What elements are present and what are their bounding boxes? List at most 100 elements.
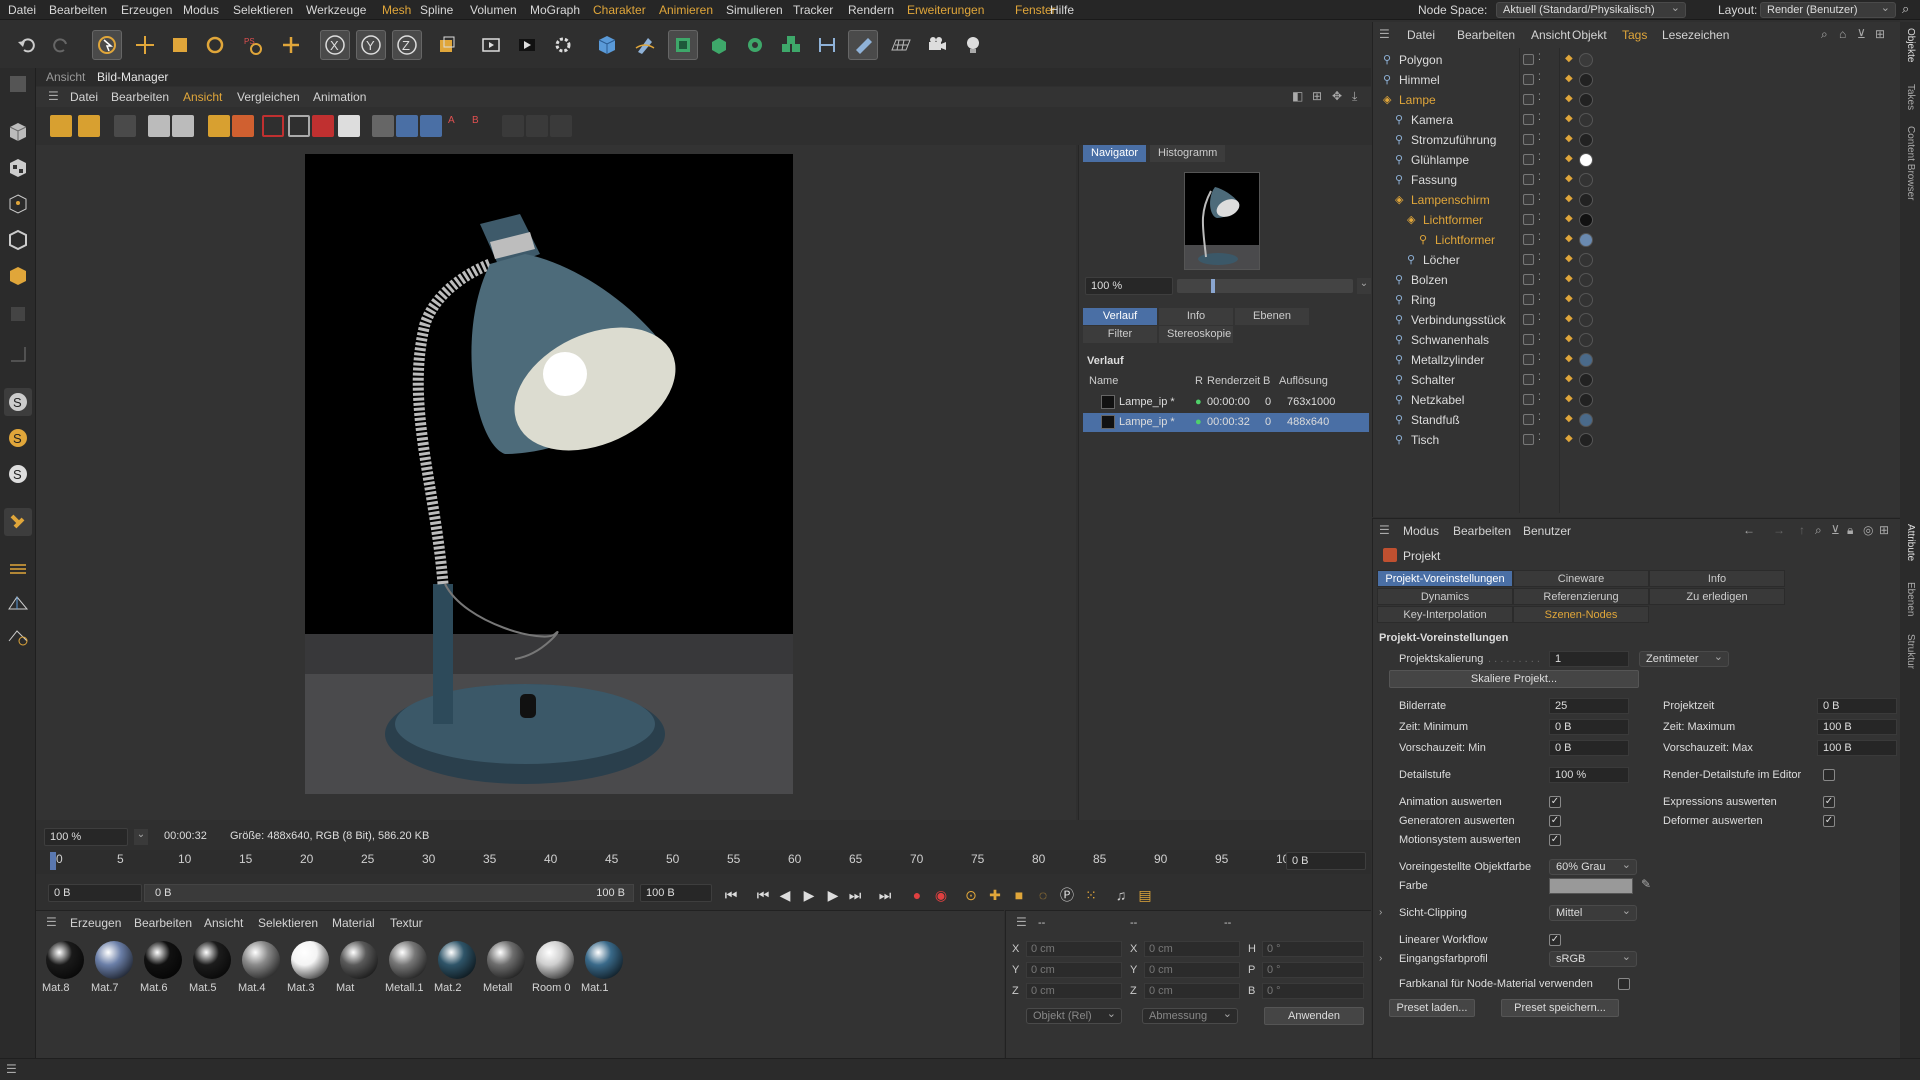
render-dot-icon[interactable]: ⁚ <box>1538 112 1541 123</box>
tab-info[interactable]: Info <box>1159 308 1233 325</box>
bm-menu-vergleichen[interactable]: Vergleichen <box>237 90 300 104</box>
tab-verlauf[interactable]: Verlauf <box>1083 308 1157 325</box>
material-swatch[interactable]: Mat.8 <box>42 939 87 997</box>
tab-key-interpolation[interactable]: Key-Interpolation <box>1377 606 1513 623</box>
autokey-icon[interactable]: ◉ <box>930 884 952 906</box>
side-tab-attribute[interactable]: Attribute <box>1905 524 1916 561</box>
arrow-up-icon[interactable]: ↑ <box>1799 523 1805 537</box>
playhead[interactable] <box>50 852 56 870</box>
mograph-icon[interactable] <box>776 30 806 60</box>
move-icon[interactable] <box>130 30 160 60</box>
goto-start-icon[interactable]: ⏮ <box>720 884 742 906</box>
apply-button[interactable]: Anwenden <box>1264 1007 1364 1025</box>
visibility-toggle[interactable] <box>1523 254 1534 265</box>
layout-dropdown[interactable]: Render (Benutzer) <box>1760 2 1896 18</box>
compare-icon[interactable] <box>372 115 394 137</box>
menu-bearbeiten[interactable]: Bearbeiten <box>49 3 107 17</box>
material-tag-icon[interactable] <box>1579 353 1593 367</box>
preset-laden-button[interactable]: Preset laden... <box>1389 999 1475 1017</box>
phong-tag-icon[interactable]: ◆ <box>1565 113 1573 124</box>
phong-tag-icon[interactable]: ◆ <box>1565 73 1573 84</box>
material-swatch[interactable]: Metall.1 <box>385 939 430 997</box>
farbkanal-checkbox[interactable] <box>1618 978 1630 990</box>
coord-size-field[interactable]: 0 cm <box>1144 941 1240 957</box>
render-settings-icon[interactable] <box>548 30 578 60</box>
phong-tag-icon[interactable]: ◆ <box>1565 393 1573 404</box>
visibility-toggle[interactable] <box>1523 374 1534 385</box>
material-tag-icon[interactable] <box>1579 373 1593 387</box>
light-icon[interactable] <box>958 30 988 60</box>
menu-werkzeuge[interactable]: Werkzeuge <box>306 3 366 17</box>
phong-tag-icon[interactable]: ◆ <box>1565 193 1573 204</box>
tab-referenzierung[interactable]: Referenzierung <box>1513 588 1649 605</box>
menu-volumen[interactable]: Volumen <box>470 3 517 17</box>
material-tag-icon[interactable] <box>1579 173 1593 187</box>
visibility-toggle[interactable] <box>1523 114 1534 125</box>
side-tab-takes[interactable]: Takes <box>1905 84 1916 110</box>
y-axis-icon[interactable]: Y <box>356 30 386 60</box>
menu-charakter[interactable]: Charakter <box>593 3 646 17</box>
eyedropper-icon[interactable]: ✎ <box>1641 877 1651 891</box>
tab-histogramm[interactable]: Histogramm <box>1150 145 1226 162</box>
search-icon[interactable]: ⌕ <box>1902 1 1909 17</box>
render-dot-icon[interactable]: ⁚ <box>1538 292 1541 303</box>
render-dot-icon[interactable]: ⁚ <box>1538 52 1541 63</box>
texture-mode-icon[interactable] <box>4 154 32 182</box>
next-key-icon[interactable]: ⏭ <box>844 884 866 906</box>
phong-tag-icon[interactable]: ◆ <box>1565 353 1573 364</box>
menu-tracker[interactable]: Tracker <box>793 3 833 17</box>
render-dot-icon[interactable]: ⁚ <box>1538 412 1541 423</box>
field-icon[interactable] <box>848 30 878 60</box>
rotate-icon[interactable] <box>200 30 230 60</box>
play-icon[interactable]: ▶ <box>798 884 820 906</box>
home-icon[interactable]: ⌂ <box>1839 27 1846 41</box>
redo-icon[interactable] <box>46 30 76 60</box>
sicht-clipping-dropdown[interactable]: Mittel <box>1549 905 1637 921</box>
mat-menu-bearbeiten[interactable]: Bearbeiten <box>134 916 192 930</box>
side-tab-content-browser[interactable]: Content Browser <box>1905 126 1916 200</box>
material-tag-icon[interactable] <box>1579 333 1593 347</box>
vorschauzeit-max-field[interactable]: 100 B <box>1817 740 1897 756</box>
coord-size-field[interactable]: 0 cm <box>1144 962 1240 978</box>
material-tag-icon[interactable] <box>1579 133 1593 147</box>
z-axis-icon[interactable]: Z <box>392 30 422 60</box>
farbe-swatch[interactable] <box>1549 878 1633 894</box>
object-row[interactable]: ⚲ Schwanenhals ⁚ ◆ <box>1373 330 1901 350</box>
linearer-workflow-checkbox[interactable]: ✓ <box>1549 934 1561 946</box>
settings-icon[interactable]: ◎ <box>1863 523 1873 537</box>
material-tag-icon[interactable] <box>1579 53 1593 67</box>
timeline-ruler[interactable]: 0510152025303540455055606570758085909510… <box>36 850 1371 874</box>
object-row[interactable]: ◈ Lampe ⁚ ◆ <box>1373 90 1901 110</box>
record-icon[interactable]: ● <box>906 884 928 906</box>
mat-menu-ansicht[interactable]: Ansicht <box>204 916 243 930</box>
cloner-icon[interactable] <box>740 30 770 60</box>
expand-arrow-icon[interactable]: › <box>1379 953 1382 964</box>
render-dot-icon[interactable]: ⁚ <box>1538 132 1541 143</box>
render-dot-icon[interactable]: ⁚ <box>1538 432 1541 443</box>
render-dot-icon[interactable]: ⁚ <box>1538 372 1541 383</box>
material-tag-icon[interactable] <box>1579 313 1593 327</box>
coord-rotation-field[interactable]: 0 ° <box>1262 941 1364 957</box>
hamburger-icon[interactable]: ☰ <box>1379 523 1390 537</box>
floor-icon[interactable] <box>886 30 916 60</box>
object-row[interactable]: ⚲ Glühlampe ⁚ ◆ <box>1373 150 1901 170</box>
render-dot-icon[interactable]: ⁚ <box>1538 312 1541 323</box>
render-region-icon[interactable] <box>476 30 506 60</box>
object-row[interactable]: ⚲ Standfuß ⁚ ◆ <box>1373 410 1901 430</box>
camera-icon[interactable] <box>922 30 952 60</box>
points-mode-icon[interactable] <box>4 190 32 218</box>
stereo-right-icon[interactable] <box>526 115 548 137</box>
color-picker-icon[interactable] <box>338 115 360 137</box>
zeit-minimum-field[interactable]: 0 B <box>1549 719 1629 735</box>
prev-frame-icon[interactable]: ◀ <box>774 884 796 906</box>
coord-rotation-field[interactable]: 0 ° <box>1262 983 1364 999</box>
material-tag-icon[interactable] <box>1579 93 1593 107</box>
filter-icon[interactable]: ⊻ <box>1857 27 1866 41</box>
coord-position-field[interactable]: 0 cm <box>1026 962 1122 978</box>
pin-icon[interactable]: ⤓ <box>1352 89 1357 104</box>
phong-tag-icon[interactable]: ◆ <box>1565 413 1573 424</box>
render-dot-icon[interactable]: ⁚ <box>1538 252 1541 263</box>
material-swatch[interactable]: Room 0 <box>532 939 577 997</box>
hamburger-icon[interactable]: ☰ <box>6 1062 17 1076</box>
obj-menu-datei[interactable]: Datei <box>1407 28 1435 42</box>
